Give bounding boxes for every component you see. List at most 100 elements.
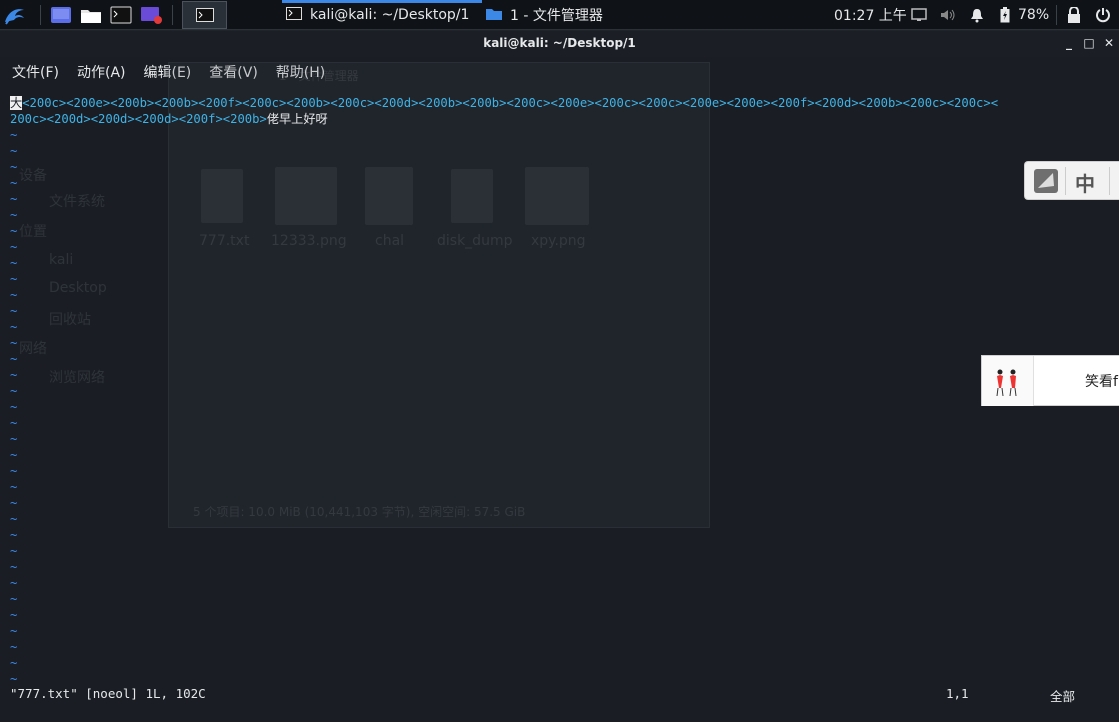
tilde-marker: ~ (10, 448, 18, 462)
tilde-marker: ~ (10, 224, 18, 238)
volume-icon[interactable] (938, 5, 958, 25)
taskbar-terminal-item[interactable]: kali@kali: ~/Desktop/1 (282, 0, 482, 30)
ghost-sidebar-network: 网络 (19, 341, 47, 357)
terminal-launcher-icon[interactable] (110, 5, 132, 25)
zero-width-codes: <200c><200e><200b><200b><200f><200c><200… (22, 96, 999, 110)
tilde-marker: ~ (10, 592, 18, 606)
ghost-sidebar-places: 位置 (19, 224, 47, 240)
tilde-marker: ~ (10, 480, 18, 494)
tilde-marker: ~ (10, 352, 18, 366)
notification-thumbnail (982, 356, 1034, 406)
active-task-indicator (282, 0, 482, 3)
background-file-manager: 1 - 文件管理器 设备 文件系统 位置 kali Desktop 回收站 网络… (19, 62, 710, 528)
text-cursor: 大 (10, 96, 23, 110)
ghost-sidebar-desktop: Desktop (49, 280, 107, 296)
ghost-file-icon (365, 167, 413, 225)
tilde-marker: ~ (10, 576, 18, 590)
menu-file[interactable]: 文件(F) (12, 62, 59, 82)
desktop-launcher-icon[interactable] (50, 5, 72, 25)
kali-menu-icon[interactable] (2, 5, 28, 25)
ghost-sidebar-kali: kali (49, 252, 74, 268)
ghost-file-label: 777.txt (199, 233, 250, 249)
tilde-marker: ~ (10, 144, 18, 158)
tilde-marker: ~ (10, 160, 18, 174)
buffer-line: 200c><200d><200d><200d><200f><200b>佬早上好呀 (10, 111, 998, 127)
display-icon[interactable] (910, 5, 928, 25)
ghost-sidebar-devices: 设备 (19, 168, 47, 184)
tilde-marker: ~ (10, 432, 18, 446)
vim-scroll-position: 全部 (1050, 689, 1076, 704)
notification-text: 笑看f (1085, 374, 1118, 390)
ghost-sidebar-trash: 回收站 (49, 312, 91, 328)
ime-separator (1065, 167, 1066, 195)
tilde-marker: ~ (10, 304, 18, 318)
ghost-image-icon (525, 167, 589, 225)
zero-width-codes: 200c><200d><200d><200d><200f><200b> (10, 112, 267, 126)
tilde-marker: ~ (10, 384, 18, 398)
battery-tray: 78% (1018, 0, 1049, 30)
ghost-sidebar-browse: 浏览网络 (49, 370, 105, 386)
buffer-text: 佬早上好呀 (266, 112, 328, 126)
screen-recorder-launcher-icon[interactable] (140, 5, 164, 25)
vim-cursor-position: 1,1 (946, 686, 969, 701)
ghost-image-icon (275, 167, 337, 225)
tilde-marker: ~ (10, 288, 18, 302)
tilde-marker: ~ (10, 400, 18, 414)
tilde-marker: ~ (10, 512, 18, 526)
battery-icon[interactable] (998, 5, 1012, 25)
tilde-marker: ~ (10, 560, 18, 574)
maximize-button[interactable]: □ (1082, 36, 1096, 50)
clock[interactable]: 01:27 上午 (834, 5, 907, 25)
file-manager-launcher-icon[interactable] (80, 5, 102, 25)
window-titlebar[interactable]: kali@kali: ~/Desktop/1 _ □ ✕ (0, 31, 1119, 57)
tilde-marker: ~ (10, 416, 18, 430)
active-workspace-button[interactable] (182, 1, 227, 29)
tilde-marker: ~ (10, 544, 18, 558)
ime-mode-toggle[interactable]: 中 (1075, 168, 1095, 197)
terminal-icon (286, 6, 302, 24)
ghost-file-label: chal (375, 233, 405, 249)
taskbar-file-manager-label: 1 - 文件管理器 (510, 8, 603, 24)
panel-separator (1056, 5, 1057, 25)
tilde-marker: ~ (10, 240, 18, 254)
panel-separator (40, 5, 41, 25)
ime-separator (1109, 167, 1110, 195)
notification-popup[interactable]: 笑看f (981, 355, 1119, 406)
tilde-marker: ~ (10, 672, 18, 686)
system-tray: 01:27 上午 (834, 0, 907, 30)
power-icon[interactable] (1094, 5, 1112, 25)
lock-icon[interactable] (1066, 5, 1082, 25)
tilde-marker: ~ (10, 608, 18, 622)
minimize-button[interactable]: _ (1062, 36, 1076, 50)
tilde-marker: ~ (10, 656, 18, 670)
battery-percent: 78% (1018, 7, 1050, 23)
ghost-file-icon (201, 169, 243, 223)
tilde-marker: ~ (10, 272, 18, 286)
tilde-marker: ~ (10, 368, 18, 382)
ime-toolbar[interactable]: 中 (1024, 161, 1119, 200)
close-button[interactable]: ✕ (1102, 36, 1116, 50)
ime-logo-icon[interactable] (1033, 168, 1059, 194)
taskbar-file-manager-item[interactable]: 1 - 文件管理器 (486, 0, 666, 30)
ghost-file-label: disk_dump (437, 233, 513, 249)
tilde-marker: ~ (10, 496, 18, 510)
ghost-file-label: xpy.png (531, 233, 586, 249)
empty-line-markers: ~ ~ ~ ~ ~ ~ ~ ~ ~ ~ ~ ~ ~ ~ ~ ~ ~ ~ ~ ~ ~ ~ ~ ~ ~ ~ ~ ~ ~ ~ ~ ~ ~ ~ ~ (10, 127, 17, 687)
buffer-line: 大<200c><200e><200b><200b><200f><200c><20… (10, 95, 998, 111)
vim-buffer[interactable]: 大<200c><200e><200b><200b><200f><200c><20… (10, 95, 998, 127)
ghost-title: 1 - 文件管理器 (279, 69, 359, 83)
vim-status-file: "777.txt" [noeol] 1L, 102C (10, 686, 206, 701)
tilde-marker: ~ (10, 336, 18, 350)
menu-action[interactable]: 动作(A) (77, 62, 126, 82)
tilde-marker: ~ (10, 528, 18, 542)
taskbar-terminal-label: kali@kali: ~/Desktop/1 (310, 7, 470, 23)
folder-icon (486, 7, 502, 24)
tilde-marker: ~ (10, 464, 18, 478)
ghost-sidebar-filesystem: 文件系统 (49, 194, 105, 210)
notification-bell-icon[interactable] (968, 5, 986, 25)
tilde-marker: ~ (10, 208, 18, 222)
window-title: kali@kali: ~/Desktop/1 (483, 36, 636, 50)
terminal-window: kali@kali: ~/Desktop/1 _ □ ✕ 文件(F) 动作(A)… (0, 31, 1119, 722)
tilde-marker: ~ (10, 640, 18, 654)
ghost-file-label: 12333.png (271, 233, 347, 249)
